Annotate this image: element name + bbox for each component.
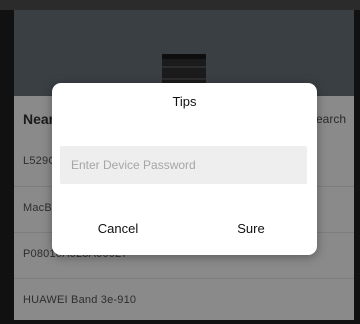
status-bar bbox=[0, 0, 360, 10]
device-password-input[interactable] bbox=[60, 146, 307, 184]
device-name: HUAWEI Band 3e-910 bbox=[23, 294, 137, 306]
device-list-item[interactable]: HUAWEI Band 3e-910 bbox=[14, 278, 354, 324]
password-dialog: Tips Cancel Sure bbox=[52, 83, 317, 255]
cancel-button[interactable]: Cancel bbox=[52, 210, 184, 246]
dialog-actions: Cancel Sure bbox=[52, 210, 317, 246]
near-title: Near bbox=[23, 111, 55, 127]
dialog-title: Tips bbox=[172, 94, 197, 109]
sure-button[interactable]: Sure bbox=[185, 210, 317, 246]
